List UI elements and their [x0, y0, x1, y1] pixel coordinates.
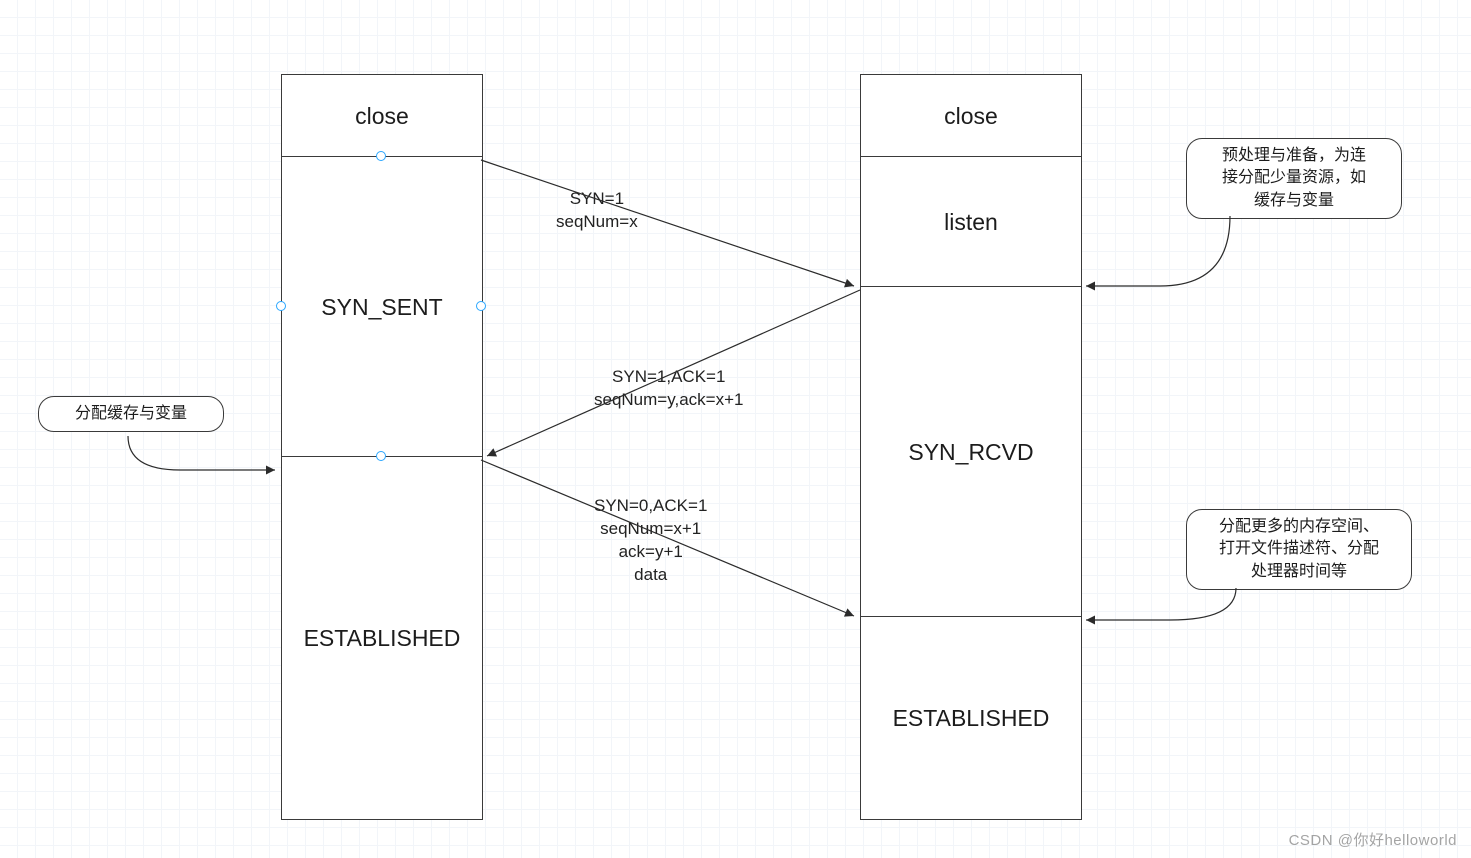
msg3-line3: ack=y+1 [619, 542, 683, 561]
allocate-buffer-callout[interactable]: 分配缓存与变量 [38, 396, 224, 432]
right-established-label: ESTABLISHED [893, 705, 1050, 732]
selection-handle[interactable] [276, 301, 286, 311]
callout-text: 接分配少量资源，如 [1222, 169, 1366, 186]
selection-handle[interactable] [476, 301, 486, 311]
msg1-line2: seqNum=x [556, 212, 638, 231]
callout-text: 打开文件描述符、分配 [1219, 540, 1379, 557]
preprocess-callout[interactable]: 预处理与准备，为连 接分配少量资源，如 缓存与变量 [1186, 138, 1402, 219]
callout-text: 分配更多的内存空间、 [1219, 518, 1379, 535]
msg3-line1: SYN=0,ACK=1 [594, 496, 707, 515]
callout-text: 预处理与准备，为连 [1222, 147, 1366, 164]
left-close-label: close [355, 103, 409, 130]
callout-text: 分配缓存与变量 [75, 405, 187, 422]
right-established-box[interactable]: ESTABLISHED [860, 616, 1082, 820]
msg2-line2: seqNum=y,ack=x+1 [594, 390, 743, 409]
right-close-label: close [944, 103, 998, 130]
msg1-line1: SYN=1 [570, 189, 624, 208]
callout-text: 处理器时间等 [1251, 563, 1347, 580]
msg3-line4: data [634, 565, 667, 584]
msg3-caption: SYN=0,ACK=1 seqNum=x+1 ack=y+1 data [594, 495, 707, 587]
msg1-caption: SYN=1 seqNum=x [556, 188, 638, 234]
selection-handle[interactable] [376, 151, 386, 161]
right-listen-label: listen [944, 209, 998, 236]
msg2-caption: SYN=1,ACK=1 seqNum=y,ack=x+1 [594, 366, 743, 412]
left-close-box[interactable]: close [281, 74, 483, 158]
right-close-box[interactable]: close [860, 74, 1082, 158]
left-established-label: ESTABLISHED [304, 625, 461, 652]
selection-handle[interactable] [376, 451, 386, 461]
right-syn-rcvd-box[interactable]: SYN_RCVD [860, 286, 1082, 618]
msg2-line1: SYN=1,ACK=1 [612, 367, 725, 386]
left-syn-sent-box[interactable]: SYN_SENT [281, 156, 483, 458]
allocate-more-callout[interactable]: 分配更多的内存空间、 打开文件描述符、分配 处理器时间等 [1186, 509, 1412, 590]
left-established-box[interactable]: ESTABLISHED [281, 456, 483, 820]
watermark: CSDN @你好helloworld [1289, 829, 1457, 850]
msg3-line2: seqNum=x+1 [600, 519, 701, 538]
callout-text: 缓存与变量 [1254, 192, 1334, 209]
right-listen-box[interactable]: listen [860, 156, 1082, 288]
left-syn-sent-label: SYN_SENT [321, 294, 442, 321]
right-syn-rcvd-label: SYN_RCVD [908, 439, 1033, 466]
background-grid [0, 0, 1471, 858]
